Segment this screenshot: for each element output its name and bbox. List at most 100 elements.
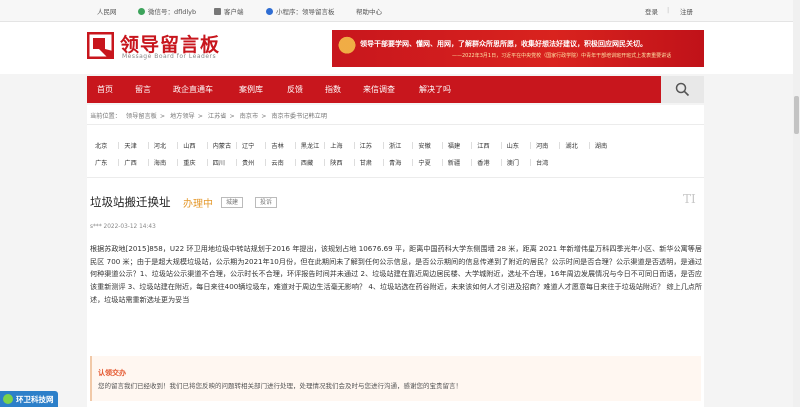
province-link[interactable]: 河北 [154,141,166,150]
province-separator [236,159,237,166]
province-link[interactable]: 北京 [95,141,107,150]
floating-logo: 环卫科技网 [0,391,58,407]
province-link[interactable]: 贵州 [242,158,254,167]
province-link[interactable]: 青海 [389,158,401,167]
help-center-link[interactable]: 帮助中心 [356,6,382,16]
province-link[interactable]: 广东 [95,158,107,167]
nav-solved[interactable]: 解决了吗 [419,84,451,95]
quote-banner[interactable]: 领导干部要学网、懂网、用网，了解群众所思所愿，收集好想法好建议，积极回应网民关切… [332,30,704,67]
banner-headline: 领导干部要学网、懂网、用网，了解群众所思所愿，收集好想法好建议，积极回应网民关切… [360,40,647,48]
province-link[interactable]: 江西 [477,141,489,150]
people-daily-link[interactable]: 人民网 [97,6,117,16]
reply-heading: 认领交办 [98,369,126,377]
province-link[interactable]: 天津 [124,141,136,150]
search-icon [675,82,690,97]
breadcrumb-item[interactable]: 领导留言板 [126,113,157,120]
breadcrumb: 当前位置： 领导留言板 > 地方领导 > 江苏省 > 南京市 > 南京市委书记韩立明 [90,111,330,120]
banner-source: ——2022年3月1日，习近平在中央党校（国家行政学院）中青年干部培训班开班式上… [452,53,672,59]
province-link[interactable]: 澳门 [507,158,519,167]
breadcrumb-item[interactable]: 地方领导 [170,113,195,120]
category-tag[interactable]: 城建 [221,197,244,208]
nav-home[interactable]: 首页 [97,84,113,95]
province-separator [471,159,473,166]
logo-icon[interactable] [87,32,114,59]
register-link[interactable]: 注册 [680,6,693,16]
miniapp-link[interactable]: 小程序：领导留言板 [266,6,335,16]
province-separator [530,142,531,149]
divider [87,177,704,178]
province-separator [147,142,149,149]
breadcrumb-item[interactable]: 南京市委书记韩立明 [271,113,327,120]
province-link[interactable]: 重庆 [183,158,195,167]
province-link[interactable]: 山西 [183,141,195,150]
province-separator [294,159,296,166]
province-link[interactable]: 浙江 [389,141,401,150]
province-separator [324,159,326,166]
province-separator [412,142,414,149]
type-tag[interactable]: 投诉 [255,197,278,208]
province-link[interactable]: 江苏 [360,141,372,150]
province-link[interactable]: 宁夏 [418,158,430,167]
province-link[interactable]: 上海 [330,141,342,150]
emblem-icon [334,32,360,65]
province-separator [383,142,384,149]
nav-index[interactable]: 指数 [325,84,341,95]
nav-survey[interactable]: 来信调查 [363,84,395,95]
nav-feedback[interactable]: 反馈 [287,84,303,95]
province-link[interactable]: 山东 [507,141,519,150]
scrollbar-thumb[interactable] [794,96,799,134]
breadcrumb-sep: > [261,113,267,120]
province-link[interactable]: 湖南 [595,141,607,150]
breadcrumb-item[interactable]: 南京市 [240,113,259,120]
province-link[interactable]: 辽宁 [242,141,254,150]
province-link[interactable]: 香港 [477,158,489,167]
divider [87,124,704,125]
province-link[interactable]: 海南 [154,158,166,167]
province-separator [118,142,120,149]
province-link[interactable]: 黑龙江 [301,141,320,150]
nav-message[interactable]: 留言 [135,84,151,95]
province-separator [265,159,267,166]
nav-cases[interactable]: 案例库 [239,84,263,95]
breadcrumb-sep: > [197,113,203,120]
province-link[interactable]: 内蒙古 [213,141,232,150]
province-link[interactable]: 陕西 [330,158,342,167]
province-separator [559,142,561,149]
province-link[interactable]: 湖北 [565,141,577,150]
province-separator [471,142,473,149]
nav-enterprise[interactable]: 政企直通车 [173,84,213,95]
province-link[interactable]: 河南 [536,141,548,150]
client-link[interactable]: 客户端 [214,6,244,16]
scrollbar-track[interactable] [793,0,800,407]
province-separator [118,159,120,166]
province-separator [147,159,149,166]
login-link[interactable]: 登录 [645,6,658,16]
province-link[interactable]: 云南 [271,158,283,167]
province-separator [236,142,237,149]
phone-icon [214,8,221,15]
wechat-link[interactable]: 微信号：dfldlyb [138,6,196,16]
province-link[interactable]: 甘肃 [360,158,372,167]
reply-text: 您的留言我们已经收到！我们已将您反映的问题转相关部门进行处理，处理情况我们会及时… [98,382,462,390]
province-link[interactable]: 吉林 [271,141,283,150]
province-separator [412,159,414,166]
province-link[interactable]: 西藏 [301,158,313,167]
province-link[interactable]: 安徽 [418,141,430,150]
province-link[interactable]: 广西 [124,158,136,167]
main-nav: 首页 留言 政企直通车 案例库 反馈 指数 来信调查 解决了吗 [87,76,704,103]
province-link[interactable]: 新疆 [448,158,460,167]
breadcrumb-label: 当前位置： [90,113,121,120]
province-link[interactable]: 福建 [448,141,460,150]
search-button[interactable] [661,76,704,103]
province-link[interactable]: 四川 [213,158,225,167]
province-separator [177,142,179,149]
breadcrumb-item[interactable]: 江苏省 [208,113,227,120]
floating-logo-text: 环卫科技网 [16,394,54,404]
site-logo-subtitle: Message Board for Leaders [122,53,217,60]
top-separator: | [667,6,670,14]
top-utility-bar: 人民网 微信号：dfldlyb 客户端 小程序：领导留言板 帮助中心 登录 | … [0,0,800,22]
province-separator [383,159,384,166]
province-link[interactable]: 台湾 [536,158,548,167]
wechat-icon [138,8,145,15]
province-separator [206,159,208,166]
